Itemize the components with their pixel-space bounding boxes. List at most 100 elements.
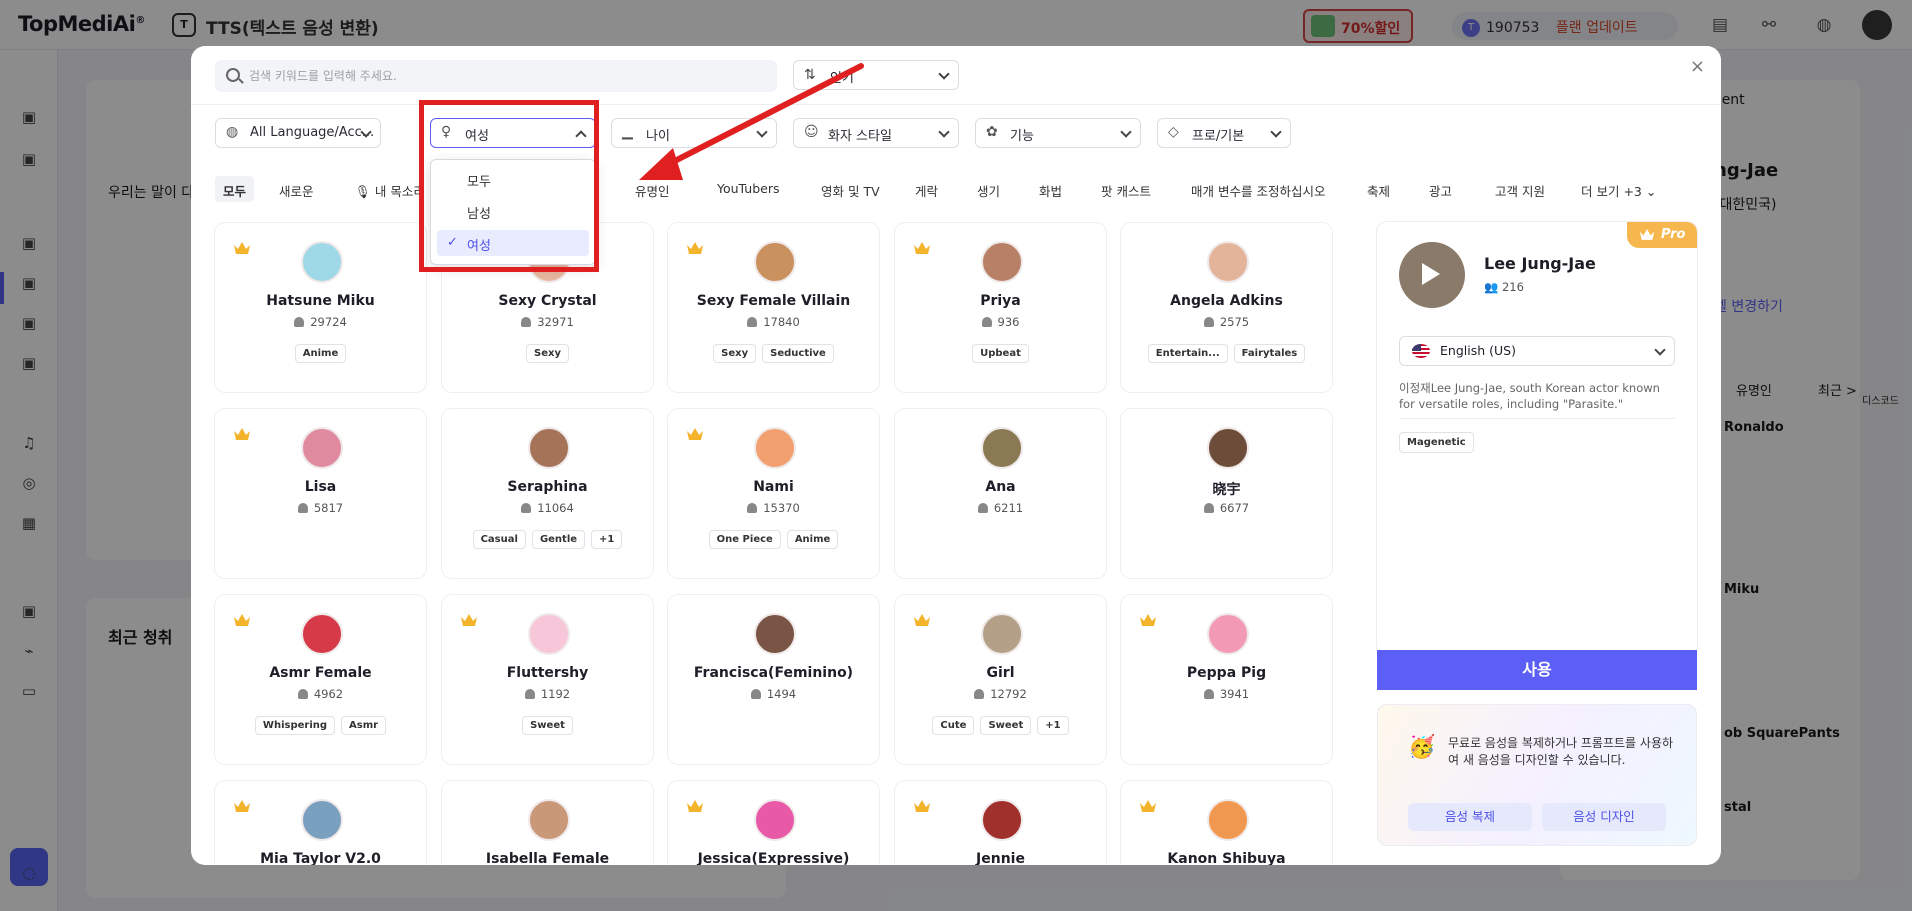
crown-icon (914, 800, 930, 812)
voice-avatar[interactable] (1207, 799, 1249, 841)
voice-tag: Sweet (980, 716, 1032, 735)
voice-usage-count: 1192 (442, 687, 653, 701)
voice-card[interactable]: Ana 6211 (895, 409, 1106, 578)
voice-tag: Casual (472, 530, 526, 549)
tab-speech[interactable]: 화법 (1039, 176, 1062, 202)
voice-detail-panel: Pro Lee Jung-Jae 👥 216 English (US) 이정재L… (1377, 222, 1697, 656)
tab-festival[interactable]: 축제 (1367, 176, 1390, 202)
voice-usage-count: 5817 (215, 501, 426, 515)
chevron-down-icon (1120, 126, 1132, 138)
voice-card[interactable]: Jennie (895, 781, 1106, 865)
voice-card[interactable]: Sexy Female Villain 17840 Sexy Seductive (668, 223, 879, 392)
voice-card[interactable]: Angela Adkins 2575 Entertain... Fairytales (1121, 223, 1332, 392)
voice-avatar[interactable] (754, 799, 796, 841)
voice-card[interactable]: Kanon Shibuya (1121, 781, 1332, 865)
voice-avatar[interactable] (754, 613, 796, 655)
voice-card[interactable]: Francisca(Feminino) 1494 (668, 595, 879, 764)
voice-tag: Sexy (713, 344, 757, 363)
feature-filter[interactable]: ✿ 기능 (975, 118, 1141, 148)
voice-avatar[interactable] (528, 613, 570, 655)
crown-icon (234, 800, 250, 812)
voice-card[interactable]: Isabella Female (442, 781, 653, 865)
voice-name: Kanon Shibuya (1167, 851, 1286, 865)
voice-name: Nami (753, 479, 794, 495)
tab-more[interactable]: 더 보기 +3 ⌄ (1581, 176, 1656, 202)
voice-card[interactable]: Priya 936 Upbeat (895, 223, 1106, 392)
voice-avatar[interactable] (981, 241, 1023, 283)
users-icon (747, 503, 758, 513)
play-icon[interactable] (1422, 263, 1440, 285)
tab-life[interactable]: 생기 (977, 176, 1000, 202)
users-icon (294, 317, 305, 327)
tab-advertising[interactable]: 광고 (1429, 176, 1452, 202)
voice-name: Jennie (976, 851, 1025, 865)
voice-usage-count: 3941 (1121, 687, 1332, 701)
tab-podcast[interactable]: 팟 캐스트 (1101, 176, 1151, 202)
voice-tag: Whispering (254, 716, 336, 735)
tab-games[interactable]: 게락 (915, 176, 938, 202)
voice-card[interactable]: Lisa 5817 (215, 409, 426, 578)
design-voice-button[interactable]: 음성 디자인 (1542, 803, 1666, 831)
voice-usage-count: 29724 (215, 315, 426, 329)
voice-avatar[interactable] (1207, 241, 1249, 283)
voice-card[interactable]: Hatsune Miku 29724 Anime (215, 223, 426, 392)
voice-tag: Sweet (522, 716, 573, 735)
tier-filter[interactable]: ◇ 프로/기본 (1157, 118, 1291, 148)
voice-tag: Magenetic (1399, 432, 1474, 453)
voice-avatar[interactable] (301, 427, 343, 469)
voice-name: Sexy Female Villain (696, 293, 851, 309)
voice-avatar[interactable] (981, 427, 1023, 469)
use-voice-button[interactable]: 사용 (1377, 650, 1697, 690)
voice-card[interactable]: 晓宇 6677 (1121, 409, 1332, 578)
voice-usage-count: 936 (895, 315, 1106, 329)
close-button[interactable]: × (1690, 56, 1705, 77)
voice-name: Sexy Crystal (498, 293, 597, 309)
voice-avatar[interactable] (981, 613, 1023, 655)
voice-usage-count: 6677 (1121, 501, 1332, 515)
language-filter[interactable]: ◍ All Language/Acc... (215, 118, 381, 148)
voice-card[interactable]: Nami 15370 One Piece Anime (668, 409, 879, 578)
voice-card[interactable]: Jessica(Expressive) (668, 781, 879, 865)
flower-icon: ✿ (986, 124, 998, 140)
voice-tag: Anime (786, 530, 839, 549)
users-icon (1203, 503, 1214, 513)
tab-all[interactable]: 모두 (215, 176, 255, 202)
voice-card[interactable]: Seraphina 11064 Casual Gentle +1 (442, 409, 653, 578)
tab-new[interactable]: 새로운 (279, 176, 314, 202)
voice-card[interactable]: Fluttershy 1192 Sweet (442, 595, 653, 764)
voice-card[interactable]: Mia Taylor V2.0 (215, 781, 426, 865)
tab-customer-support[interactable]: 고객 지원 (1495, 176, 1545, 202)
voice-avatar[interactable] (754, 427, 796, 469)
voice-card[interactable]: Peppa Pig 3941 (1121, 595, 1332, 764)
voice-card[interactable]: Girl 12792 Cute Sweet +1 (895, 595, 1106, 764)
voice-avatar[interactable] (754, 241, 796, 283)
voice-name: Angela Adkins (1170, 293, 1283, 309)
voice-avatar[interactable] (301, 613, 343, 655)
language-select[interactable]: English (US) (1399, 336, 1675, 366)
voice-avatar[interactable] (981, 799, 1023, 841)
chevron-down-icon (1654, 344, 1666, 356)
tab-my-voice[interactable]: 🎙 내 목소리 (355, 176, 425, 202)
voice-avatar[interactable] (528, 799, 570, 841)
voice-usage-count: 2575 (1121, 315, 1332, 329)
voice-tags: Entertain... Fairytales (1121, 344, 1332, 363)
clone-voice-button[interactable]: 음성 복제 (1408, 803, 1532, 831)
users-icon (297, 503, 308, 513)
crown-icon (1140, 614, 1156, 626)
voice-tags: Sweet (442, 716, 653, 735)
voice-tag: Asmr (341, 716, 387, 735)
voice-tags: Casual Gentle +1 (442, 530, 653, 549)
voice-name: 晓宇 (1212, 482, 1241, 498)
voice-avatar[interactable] (301, 799, 343, 841)
tab-parameters[interactable]: 매개 변수를 조정하십시오 (1191, 176, 1325, 202)
crown-icon (914, 614, 930, 626)
voice-card[interactable]: Asmr Female 4962 Whispering Asmr (215, 595, 426, 764)
chevron-down-icon (1270, 126, 1282, 138)
voice-avatar[interactable] (1207, 613, 1249, 655)
voice-name: Lisa (304, 479, 337, 495)
voice-avatar[interactable] (301, 241, 343, 283)
voice-avatar[interactable] (1207, 427, 1249, 469)
voice-avatar[interactable] (528, 427, 570, 469)
users-icon (1203, 317, 1214, 327)
voice-name: Ana (985, 479, 1016, 495)
